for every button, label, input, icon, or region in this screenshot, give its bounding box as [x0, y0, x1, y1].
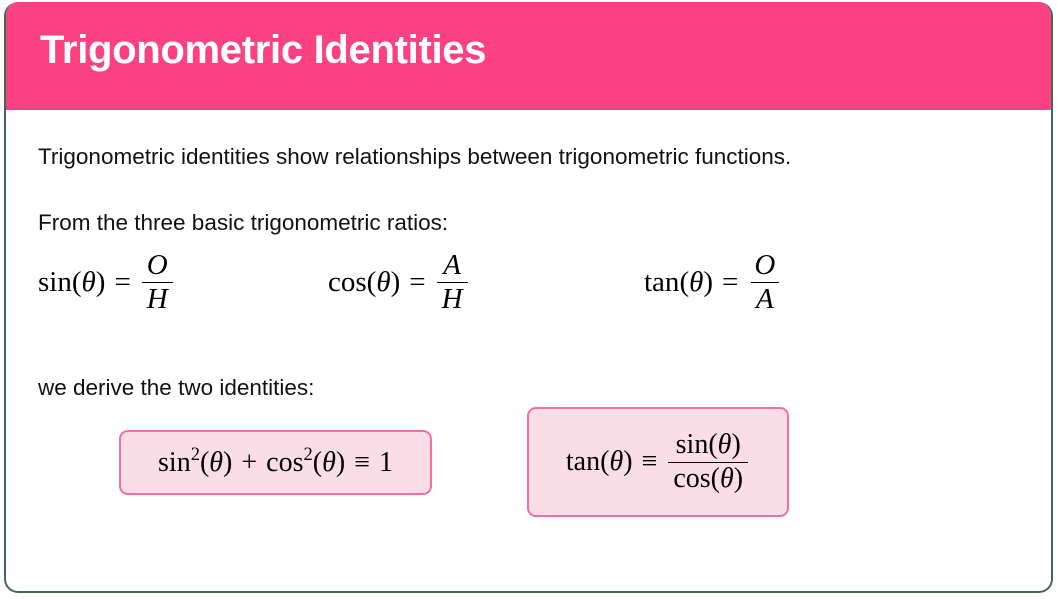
slide-header: Trigonometric Identities — [6, 2, 1051, 110]
slide-body: Trigonometric identities show relationsh… — [6, 110, 1051, 591]
theta-symbol: θ — [209, 446, 224, 478]
tangent-numerator: O — [754, 249, 776, 281]
theta-symbol: θ — [609, 446, 624, 477]
close-paren: ) — [733, 462, 744, 494]
cosine-numerator: A — [443, 249, 461, 281]
open-paren: ( — [600, 446, 610, 477]
equals-sign: = — [722, 266, 739, 299]
pythagorean-identity-box: sin 2 ( θ ) + cos 2 ( θ ) ≡ 1 — [119, 430, 432, 495]
open-paren: ( — [710, 462, 720, 494]
sin-over-cos-fraction: sin(θ) cos(θ) — [668, 430, 749, 494]
derive-text: we derive the two identities: — [38, 375, 315, 400]
cosine-function-label: cos — [673, 462, 711, 494]
open-paren: ( — [366, 266, 377, 299]
theta-symbol: θ — [689, 266, 704, 299]
close-paren: ) — [95, 266, 106, 299]
plus-sign: + — [241, 446, 258, 478]
cosine-function-label: cos — [328, 266, 367, 299]
tangent-ratio: tan ( θ ) = O A — [644, 249, 782, 316]
sine-denominator: H — [141, 282, 173, 315]
close-paren: ) — [335, 446, 346, 478]
theta-symbol: θ — [322, 446, 336, 478]
open-paren: ( — [708, 429, 718, 461]
close-paren: ) — [623, 446, 633, 477]
close-paren: ) — [390, 266, 401, 299]
sine-exponent: 2 — [190, 443, 200, 464]
theta-symbol: θ — [717, 429, 732, 461]
identity-sign: ≡ — [641, 446, 658, 477]
cosine-function-label: cos — [266, 446, 304, 478]
sine-function-label: sin — [38, 266, 72, 299]
tangent-identity-formula: tan ( θ ) ≡ sin(θ) cos(θ) — [566, 430, 750, 493]
identity-result: 1 — [378, 446, 393, 478]
open-paren: ( — [679, 266, 690, 299]
close-paren: ) — [703, 266, 714, 299]
from-ratios-text: From the three basic trigonometric ratio… — [38, 210, 449, 235]
sine-ratio: sin ( θ ) = O H — [38, 249, 175, 316]
tangent-function-label: tan — [644, 266, 680, 299]
theta-symbol: θ — [376, 266, 391, 299]
cosine-fraction: A H — [436, 249, 468, 316]
cosine-ratio: cos ( θ ) = A H — [328, 249, 470, 316]
tangent-identity-box: tan ( θ ) ≡ sin(θ) cos(θ) — [527, 407, 789, 517]
close-paren: ) — [731, 429, 741, 461]
identity-sign: ≡ — [354, 446, 370, 478]
fraction-numerator: sin(θ) — [671, 430, 746, 461]
equals-sign: = — [114, 266, 131, 299]
theta-symbol: θ — [720, 462, 734, 494]
equals-sign: = — [409, 266, 426, 299]
theta-symbol: θ — [81, 266, 96, 299]
fraction-denominator: cos(θ) — [668, 461, 749, 494]
open-paren: ( — [71, 266, 82, 299]
open-paren: ( — [312, 446, 323, 478]
close-paren: ) — [223, 446, 233, 478]
sine-function-label: sin — [158, 446, 191, 478]
sine-function-label: sin — [675, 429, 709, 461]
sine-fraction: O H — [141, 249, 173, 316]
tangent-fraction: O A — [749, 249, 780, 316]
cosine-denominator: H — [436, 282, 468, 315]
basic-ratios-row: sin ( θ ) = O H cos ( θ ) = A H tan (θ … — [6, 249, 1051, 330]
slide-card: Trigonometric Identities Trigonometric i… — [4, 2, 1053, 593]
tangent-denominator: A — [751, 282, 779, 315]
cosine-exponent: 2 — [303, 443, 313, 464]
tangent-function-label: tan — [565, 446, 601, 477]
sine-numerator: O — [146, 249, 168, 281]
intro-text: Trigonometric identities show relationsh… — [38, 144, 792, 169]
page-title: Trigonometric Identities — [40, 28, 487, 72]
pythagorean-identity-formula: sin 2 ( θ ) + cos 2 ( θ ) ≡ 1 — [158, 443, 393, 479]
open-paren: ( — [199, 446, 210, 478]
